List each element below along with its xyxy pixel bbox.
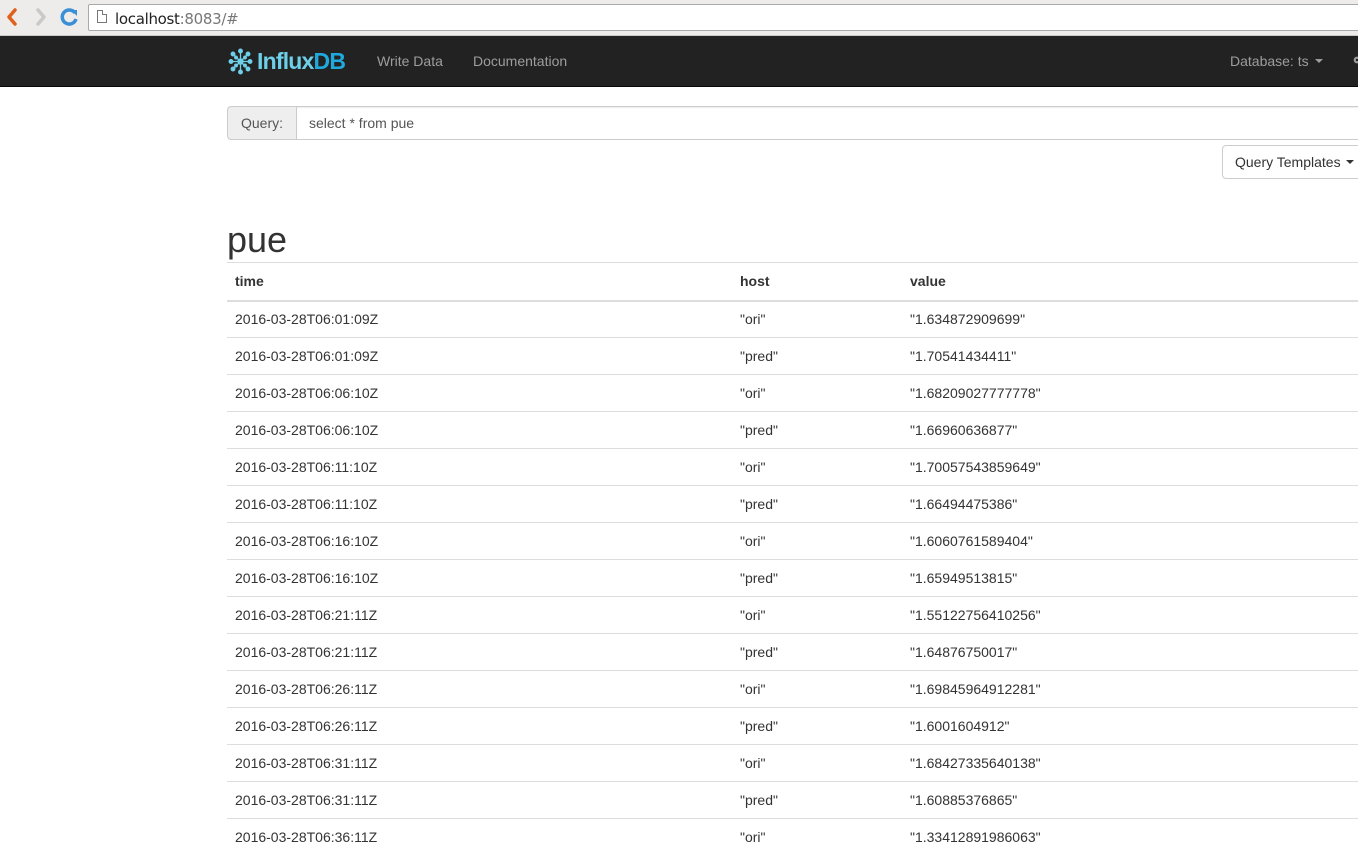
table-row: 2016-03-28T06:06:10Z "pred" "1.66960636877…	[227, 411, 1358, 449]
database-dropdown[interactable]: Database: ts	[1230, 53, 1323, 69]
cell-value: "1.6060761589404"	[902, 522, 1358, 560]
cell-time: 2016-03-28T06:06:10Z	[227, 374, 732, 412]
reload-icon	[60, 8, 78, 26]
nav-documentation[interactable]: Documentation	[473, 53, 567, 69]
cell-value: "1.70541434411"	[902, 337, 1358, 375]
chevron-down-icon	[1345, 160, 1354, 164]
cell-host: "pred"	[732, 559, 902, 597]
cell-value: "1.634872909699"	[902, 300, 1358, 338]
cell-host: "ori"	[732, 744, 902, 782]
cell-time: 2016-03-28T06:31:11Z	[227, 744, 732, 782]
table-row: 2016-03-28T06:11:10Z "ori" "1.700575438596…	[227, 448, 1358, 486]
cell-time: 2016-03-28T06:01:09Z	[227, 300, 732, 338]
cell-value: "1.69845964912281"	[902, 670, 1358, 708]
query-input[interactable]	[296, 106, 1358, 140]
forward-arrow-icon	[36, 8, 46, 26]
table-row: 2016-03-28T06:06:10Z "ori" "1.682090277777…	[227, 374, 1358, 412]
cell-value: "1.68209027777778"	[902, 374, 1358, 412]
cell-host: "ori"	[732, 670, 902, 708]
table-header-row: time host value	[227, 262, 1358, 302]
brand-name: InfluxDB	[257, 47, 346, 74]
cell-host: "ori"	[732, 522, 902, 560]
cell-value: "1.60885376865"	[902, 781, 1358, 819]
back-button[interactable]	[1, 6, 23, 28]
table-row: 2016-03-28T06:31:11Z "pred" "1.60885376865…	[227, 781, 1358, 819]
cell-host: "pred"	[732, 707, 902, 745]
url-text: localhost:8083/#	[115, 10, 239, 28]
table-row: 2016-03-28T06:21:11Z "pred" "1.64876750017…	[227, 633, 1358, 671]
cell-time: 2016-03-28T06:26:11Z	[227, 670, 732, 708]
cell-host: "pred"	[732, 633, 902, 671]
cell-host: "ori"	[732, 300, 902, 338]
table-row: 2016-03-28T06:26:11Z "ori" "1.698459649122…	[227, 670, 1358, 708]
cell-value: "1.55122756410256"	[902, 596, 1358, 634]
table-row: 2016-03-28T06:16:10Z "ori" "1.606076158940…	[227, 522, 1358, 560]
cell-host: "ori"	[732, 818, 902, 856]
table-row: 2016-03-28T06:21:11Z "ori" "1.551227564102…	[227, 596, 1358, 634]
gear-icon[interactable]	[1352, 54, 1358, 66]
cell-value: "1.33412891986063"	[902, 818, 1358, 856]
table-row: 2016-03-28T06:31:11Z "ori" "1.684273356401…	[227, 744, 1358, 782]
cell-time: 2016-03-28T06:16:10Z	[227, 522, 732, 560]
column-header-time: time	[227, 262, 732, 302]
table-row: 2016-03-28T06:36:11Z "ori" "1.334128919860…	[227, 818, 1358, 856]
query-templates-label: Query Templates	[1235, 154, 1341, 170]
address-bar[interactable]: localhost:8083/#	[88, 4, 1358, 31]
reload-button[interactable]	[58, 6, 80, 28]
cell-value: "1.6001604912"	[902, 707, 1358, 745]
navbar: InfluxDB Write Data Documentation Databa…	[0, 36, 1358, 87]
column-header-host: host	[732, 262, 902, 302]
results-table: time host value 2016-03-28T06:01:09Z "ori…	[227, 262, 1358, 856]
results-body: 2016-03-28T06:01:09Z "ori" "1.634872909699…	[227, 300, 1358, 856]
chevron-down-icon	[1314, 59, 1323, 63]
browser-toolbar: localhost:8083/#	[0, 0, 1358, 36]
cell-host: "ori"	[732, 448, 902, 486]
cell-time: 2016-03-28T06:11:10Z	[227, 485, 732, 523]
table-row: 2016-03-28T06:16:10Z "pred" "1.65949513815…	[227, 559, 1358, 597]
cell-value: "1.70057543859649"	[902, 448, 1358, 486]
table-row: 2016-03-28T06:01:09Z "pred" "1.70541434411…	[227, 337, 1358, 375]
cell-value: "1.64876750017"	[902, 633, 1358, 671]
query-label: Query:	[227, 106, 296, 140]
cell-time: 2016-03-28T06:31:11Z	[227, 781, 732, 819]
query-input-group: Query:	[227, 106, 1358, 140]
column-header-value: value	[902, 262, 1358, 302]
nav-write-data[interactable]: Write Data	[377, 53, 443, 69]
cell-time: 2016-03-28T06:26:11Z	[227, 707, 732, 745]
cell-value: "1.65949513815"	[902, 559, 1358, 597]
cell-host: "pred"	[732, 337, 902, 375]
table-row: 2016-03-28T06:26:11Z "pred" "1.6001604912"	[227, 707, 1358, 745]
table-row: 2016-03-28T06:01:09Z "ori" "1.634872909699…	[227, 300, 1358, 338]
cell-host: "pred"	[732, 485, 902, 523]
brand-logo[interactable]: InfluxDB	[227, 46, 346, 76]
database-label: Database: ts	[1230, 53, 1309, 69]
cell-value: "1.66960636877"	[902, 411, 1358, 449]
series-title: pue	[227, 219, 288, 260]
cell-time: 2016-03-28T06:36:11Z	[227, 818, 732, 856]
back-arrow-icon	[7, 8, 17, 26]
cell-time: 2016-03-28T06:11:10Z	[227, 448, 732, 486]
cell-time: 2016-03-28T06:01:09Z	[227, 337, 732, 375]
page-icon	[97, 10, 107, 23]
cell-value: "1.68427335640138"	[902, 744, 1358, 782]
cell-value: "1.66494475386"	[902, 485, 1358, 523]
cell-time: 2016-03-28T06:06:10Z	[227, 411, 732, 449]
cell-host: "ori"	[732, 374, 902, 412]
influxdb-cubo-icon	[228, 48, 253, 74]
cell-time: 2016-03-28T06:16:10Z	[227, 559, 732, 597]
forward-button[interactable]	[30, 6, 52, 28]
table-row: 2016-03-28T06:11:10Z "pred" "1.66494475386…	[227, 485, 1358, 523]
query-templates-button[interactable]: Query Templates	[1222, 145, 1358, 179]
cell-host: "ori"	[732, 596, 902, 634]
cell-time: 2016-03-28T06:21:11Z	[227, 596, 732, 634]
cell-host: "pred"	[732, 781, 902, 819]
cell-host: "pred"	[732, 411, 902, 449]
cell-time: 2016-03-28T06:21:11Z	[227, 633, 732, 671]
